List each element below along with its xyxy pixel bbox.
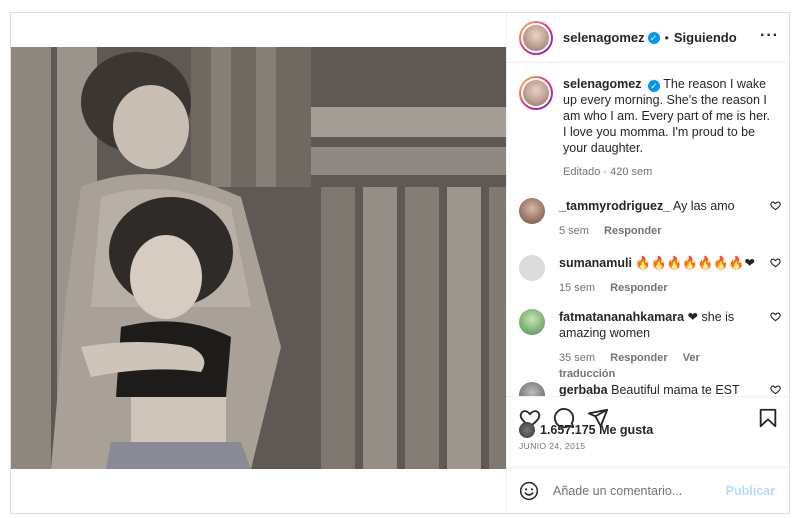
comment-text: 🔥🔥🔥🔥🔥🔥🔥❤ bbox=[635, 256, 755, 270]
commenter-avatar[interactable] bbox=[519, 198, 545, 224]
comment-item: gerbaba Beautiful mama te EST bbox=[519, 382, 787, 396]
liker-avatar bbox=[519, 422, 535, 438]
like-comment-heart-icon[interactable] bbox=[770, 200, 781, 211]
reply-button[interactable]: Responder bbox=[610, 282, 667, 294]
comment-time: 5 sem bbox=[559, 225, 589, 237]
comment-text: Ay las amo bbox=[672, 199, 735, 213]
post-modal: selenagomez ✓ • Siguiendo ··· selenagome… bbox=[10, 12, 790, 514]
comments-section[interactable]: selenagomez ✓ The reason I wake up every… bbox=[507, 64, 789, 396]
following-button[interactable]: Siguiendo bbox=[674, 30, 737, 45]
post-sidebar: selenagomez ✓ • Siguiendo ··· selenagome… bbox=[506, 13, 789, 513]
caption-username[interactable]: selenagomez bbox=[563, 77, 642, 91]
comment-time: 15 sem bbox=[559, 282, 596, 294]
likes-text[interactable]: 1.657.175 Me gusta bbox=[540, 423, 653, 437]
post-comment-button[interactable]: Publicar bbox=[726, 484, 775, 498]
commenter-avatar[interactable] bbox=[519, 309, 545, 335]
like-comment-heart-icon[interactable] bbox=[770, 384, 781, 395]
commenter-avatar[interactable] bbox=[519, 382, 545, 396]
caption-meta: Editado · 420 sem bbox=[563, 166, 653, 178]
comment-time: 35 sem bbox=[559, 352, 596, 364]
save-bookmark-icon[interactable] bbox=[757, 407, 779, 429]
comment-input[interactable]: Añade un comentario... bbox=[553, 484, 723, 498]
caption-avatar[interactable] bbox=[519, 76, 553, 110]
photo-illustration bbox=[11, 47, 506, 469]
commenter-avatar[interactable] bbox=[519, 255, 545, 281]
post-date: JUNIO 24, 2015 bbox=[519, 441, 586, 451]
like-comment-heart-icon[interactable] bbox=[770, 257, 781, 268]
comment-username[interactable]: _tammyrodriguez_ bbox=[559, 199, 670, 213]
comment-text: Beautiful mama te EST bbox=[611, 383, 740, 396]
post-media bbox=[11, 13, 506, 513]
comment-composer: Añade un comentario... Publicar bbox=[507, 467, 789, 513]
post-header: selenagomez ✓ • Siguiendo ··· bbox=[507, 13, 789, 63]
like-comment-heart-icon[interactable] bbox=[770, 311, 781, 322]
reply-button[interactable]: Responder bbox=[604, 225, 661, 237]
author-username[interactable]: selenagomez bbox=[563, 30, 645, 45]
more-options-icon[interactable]: ··· bbox=[760, 27, 779, 45]
verified-badge-icon: ✓ bbox=[647, 31, 660, 44]
comment-item: sumanamuli 🔥🔥🔥🔥🔥🔥🔥❤ 15 sem Responder bbox=[519, 255, 787, 296]
header-separator: • bbox=[664, 30, 669, 45]
reply-button[interactable]: Responder bbox=[610, 352, 667, 364]
emoji-icon[interactable] bbox=[519, 481, 539, 501]
comment-username[interactable]: gerbaba bbox=[559, 383, 608, 396]
comment-username[interactable]: fatmatananahkamara bbox=[559, 310, 684, 324]
author-avatar[interactable] bbox=[519, 20, 553, 55]
comment-item: _tammyrodriguez_ Ay las amo 5 sem Respon… bbox=[519, 198, 787, 239]
comment-username[interactable]: sumanamuli bbox=[559, 256, 632, 270]
post-photo[interactable] bbox=[11, 47, 506, 469]
likes-count[interactable]: 1.657.175 Me gusta bbox=[519, 422, 653, 438]
verified-badge-icon: ✓ bbox=[648, 80, 660, 92]
post-caption: selenagomez ✓ The reason I wake up every… bbox=[519, 76, 785, 180]
comment-item: fatmatananahkamara ❤ she is amazing wome… bbox=[519, 309, 787, 382]
